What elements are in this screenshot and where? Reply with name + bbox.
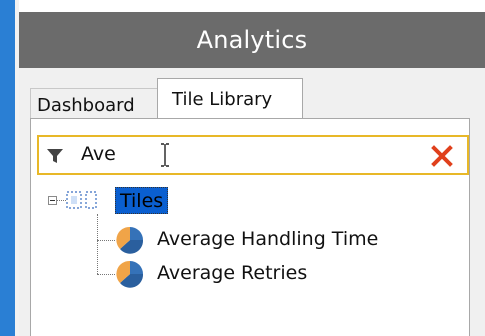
- tree-item[interactable]: Average Handling Time: [157, 228, 378, 250]
- clear-search-icon[interactable]: [431, 145, 453, 167]
- tab-dashboard[interactable]: Dashboard: [30, 88, 158, 118]
- window-left-edge: [0, 0, 15, 336]
- pie-chart-icon: [116, 226, 144, 254]
- tree-connector: [57, 200, 66, 201]
- tree-connector: [97, 240, 115, 241]
- tiles-icon: [66, 191, 97, 209]
- tree-item[interactable]: Average Retries: [157, 262, 307, 284]
- window-title: Analytics: [196, 26, 308, 54]
- pie-chart-icon: [116, 260, 144, 288]
- tab-tile-library[interactable]: Tile Library: [157, 78, 303, 119]
- collapse-toggle-icon[interactable]: [48, 196, 57, 205]
- search-box[interactable]: Ave: [37, 135, 469, 175]
- tree-connector: [97, 274, 115, 275]
- title-bar: Analytics: [19, 12, 485, 68]
- search-input[interactable]: Ave: [81, 143, 116, 165]
- tree-root-tiles[interactable]: Tiles: [115, 187, 169, 214]
- filter-icon: [47, 149, 63, 163]
- text-cursor-icon: [161, 143, 169, 167]
- tree-connector: [97, 214, 98, 274]
